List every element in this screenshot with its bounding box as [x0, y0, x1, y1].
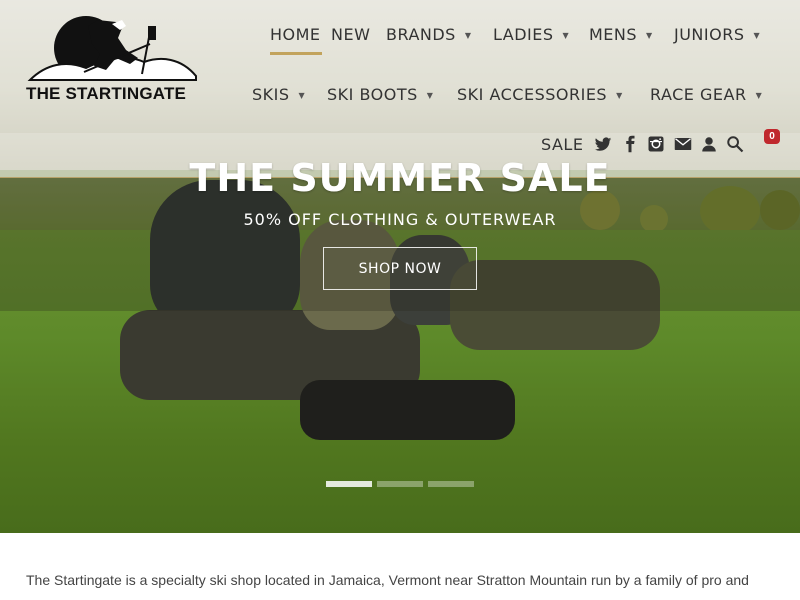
- slide-indicator-3[interactable]: [428, 481, 474, 487]
- hero-title: THE SUMMER SALE: [189, 156, 611, 200]
- nav-sale-label: SALE: [541, 135, 584, 154]
- instagram-icon[interactable]: [647, 135, 665, 153]
- chevron-down-icon: ▼: [562, 31, 570, 40]
- slide-indicator-1[interactable]: [326, 481, 372, 487]
- nav-race-gear[interactable]: RACE GEAR ▼: [650, 85, 762, 104]
- shop-now-button[interactable]: SHOP NOW: [323, 247, 477, 290]
- nav-skis-label: SKIS: [252, 85, 290, 104]
- nav-mens[interactable]: MENS ▼: [589, 25, 653, 44]
- nav-home[interactable]: HOME: [270, 25, 321, 44]
- chevron-down-icon: ▼: [298, 91, 306, 100]
- slide-indicator-2[interactable]: [377, 481, 423, 487]
- nav-mens-label: MENS: [589, 25, 638, 44]
- logo-wordmark[interactable]: THE STARTINGATE: [26, 84, 186, 104]
- twitter-icon[interactable]: [594, 135, 612, 153]
- nav-ski-boots[interactable]: SKI BOOTS ▼: [327, 85, 433, 104]
- nav-ski-boots-label: SKI BOOTS: [327, 85, 418, 104]
- shop-now-label: SHOP NOW: [358, 260, 442, 277]
- hero-figure: [300, 380, 515, 440]
- account-icon[interactable]: [700, 135, 718, 153]
- chevron-down-icon: ▼: [616, 91, 623, 100]
- nav-ladies-label: LADIES: [493, 25, 554, 44]
- search-icon[interactable]: [726, 135, 744, 153]
- intro-paragraph: The Startingate is a specialty ski shop …: [26, 572, 749, 588]
- nav-home-label: HOME: [270, 25, 321, 44]
- chevron-down-icon: ▼: [646, 31, 653, 40]
- nav-ski-accessories-label: SKI ACCESSORIES: [457, 85, 608, 104]
- nav-ladies[interactable]: LADIES ▼: [493, 25, 569, 44]
- nav-ski-accessories[interactable]: SKI ACCESSORIES ▼: [457, 85, 623, 104]
- chevron-down-icon: ▼: [426, 91, 434, 100]
- chevron-down-icon: ▼: [464, 31, 472, 40]
- chevron-down-icon: ▼: [753, 31, 761, 40]
- nav-brands-label: BRANDS: [386, 25, 456, 44]
- email-icon[interactable]: [674, 135, 692, 153]
- nav-skis[interactable]: SKIS ▼: [252, 85, 305, 104]
- nav-brands[interactable]: BRANDS ▼: [386, 25, 472, 44]
- nav-active-indicator: [270, 52, 322, 55]
- nav-new[interactable]: NEW: [331, 25, 370, 44]
- cart-count-badge[interactable]: 0: [764, 129, 780, 144]
- chevron-down-icon: ▼: [755, 91, 763, 100]
- hero-subtitle: 50% OFF CLOTHING & OUTERWEAR: [243, 210, 557, 229]
- facebook-icon[interactable]: [621, 135, 639, 153]
- nav-race-gear-label: RACE GEAR: [650, 85, 747, 104]
- nav-juniors-label: JUNIORS: [674, 25, 745, 44]
- nav-new-label: NEW: [331, 25, 371, 44]
- nav-juniors[interactable]: JUNIORS ▼: [674, 25, 760, 44]
- nav-sale[interactable]: SALE: [541, 135, 583, 154]
